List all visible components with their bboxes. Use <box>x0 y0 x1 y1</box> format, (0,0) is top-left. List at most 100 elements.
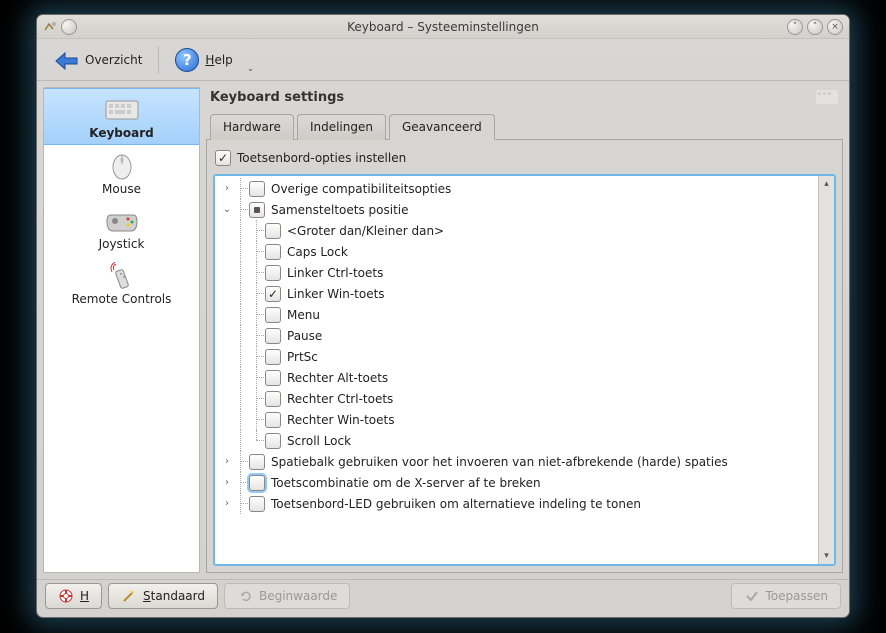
sidebar-item-label: Keyboard <box>89 126 154 140</box>
tabbar: Hardware Indelingen Geavanceerd <box>206 113 843 140</box>
settings-window: Keyboard – Systeeminstellingen ˅ ˄ × Ove… <box>36 14 850 618</box>
sidebar-item-label: Joystick <box>99 237 145 251</box>
tree-row-compose[interactable]: ⌄ Samensteltoets positie <box>215 199 818 220</box>
defaults-button[interactable]: Standaard <box>108 583 218 609</box>
tree-row-child[interactable]: Menu <box>215 304 818 325</box>
tree-label: PrtSc <box>287 350 318 364</box>
tab-layouts[interactable]: Indelingen <box>297 114 386 140</box>
tree-row-led[interactable]: › Toetsenbord-LED gebruiken om alternati… <box>215 493 818 514</box>
tree-label: Linker Win-toets <box>287 287 385 301</box>
sidebar-item-mouse[interactable]: Mouse <box>44 145 199 200</box>
lifebuoy-icon <box>58 588 74 604</box>
tree-checkbox[interactable] <box>265 412 281 428</box>
tree-checkbox[interactable] <box>265 307 281 323</box>
overview-button[interactable]: Overzicht <box>45 46 150 74</box>
tree-row-child[interactable]: Caps Lock <box>215 241 818 262</box>
tree-checkbox[interactable] <box>249 475 265 491</box>
help-icon: ? <box>175 48 199 72</box>
wand-icon <box>121 588 137 604</box>
joystick-icon <box>105 208 139 234</box>
back-arrow-icon <box>53 50 79 70</box>
tree-row-child[interactable]: Rechter Ctrl-toets <box>215 388 818 409</box>
tree-row-child[interactable]: Rechter Win-toets <box>215 409 818 430</box>
tree-label: Samensteltoets positie <box>271 203 409 217</box>
check-icon <box>744 588 760 604</box>
toolbar-dropdown-icon[interactable]: ⌄ <box>247 64 255 74</box>
apply-label: Toepassen <box>766 589 828 603</box>
tree-label: Pause <box>287 329 322 343</box>
tree-row-child[interactable]: Linker Ctrl-toets <box>215 262 818 283</box>
keyboard-icon <box>105 97 139 123</box>
sidebar-item-label: Remote Controls <box>72 292 172 306</box>
expander-icon[interactable]: › <box>221 183 233 194</box>
remote-icon <box>105 263 139 289</box>
minimize-button[interactable]: ˅ <box>787 19 803 35</box>
keyboard-mini-icon <box>815 89 839 105</box>
tab-panel-advanced: Toetsenbord-opties instellen › Overige c… <box>206 140 843 573</box>
tree-checkbox[interactable] <box>265 223 281 239</box>
help-label: Help <box>205 53 232 67</box>
tree-label: Rechter Win-toets <box>287 413 394 427</box>
maximize-button[interactable]: ˄ <box>807 19 823 35</box>
tree-checkbox[interactable] <box>249 202 265 218</box>
tree-checkbox[interactable] <box>265 391 281 407</box>
tree-body[interactable]: › Overige compatibiliteitsopties ⌄ Samen… <box>215 176 818 564</box>
tree-checkbox[interactable] <box>265 265 281 281</box>
footer: H Standaard Beginwaarde Toepassen <box>37 579 849 611</box>
window-title: Keyboard – Systeeminstellingen <box>37 20 849 34</box>
sticky-button[interactable] <box>61 19 77 35</box>
tree-row-compat[interactable]: › Overige compatibiliteitsopties <box>215 178 818 199</box>
close-button[interactable]: × <box>827 19 843 35</box>
tree-row-child[interactable]: Pause <box>215 325 818 346</box>
tab-advanced[interactable]: Geavanceerd <box>389 114 495 140</box>
configure-options-label: Toetsenbord-opties instellen <box>237 151 406 165</box>
tree-checkbox[interactable] <box>265 244 281 260</box>
tree-checkbox[interactable] <box>249 454 265 470</box>
tree-checkbox[interactable] <box>249 496 265 512</box>
tree-checkbox[interactable] <box>265 286 281 302</box>
tree-label: Caps Lock <box>287 245 348 259</box>
toolbar: Overzicht ? Help ⌄ <box>37 39 849 81</box>
app-menu-icon[interactable] <box>43 20 57 34</box>
tree-checkbox[interactable] <box>265 349 281 365</box>
sidebar-item-remote[interactable]: Remote Controls <box>44 255 199 310</box>
sidebar-item-label: Mouse <box>102 182 141 196</box>
overview-label: Overzicht <box>85 53 142 67</box>
scroll-up-icon[interactable]: ▴ <box>821 178 833 190</box>
sidebar-item-joystick[interactable]: Joystick <box>44 200 199 255</box>
defaults-label: Standaard <box>143 589 205 603</box>
tree-row-child[interactable]: <Groter dan/Kleiner dan> <box>215 220 818 241</box>
tree-checkbox[interactable] <box>265 433 281 449</box>
tree-checkbox[interactable] <box>265 328 281 344</box>
tree-label: Overige compatibiliteitsopties <box>271 182 451 196</box>
configure-options-checkbox[interactable] <box>215 150 231 166</box>
configure-options-row: Toetsenbord-opties instellen <box>213 146 836 174</box>
content-panel: Keyboard settings Hardware Indelingen Ge… <box>206 87 843 573</box>
tree-row-child[interactable]: PrtSc <box>215 346 818 367</box>
tree-row-child[interactable]: Rechter Alt-toets <box>215 367 818 388</box>
tree-label: Scroll Lock <box>287 434 351 448</box>
expander-icon[interactable]: › <box>221 456 233 467</box>
tree-checkbox[interactable] <box>249 181 265 197</box>
titlebar[interactable]: Keyboard – Systeeminstellingen ˅ ˄ × <box>37 15 849 39</box>
sidebar: Keyboard Mouse Joystick Remote Controls <box>43 87 200 573</box>
expander-icon[interactable]: › <box>221 498 233 509</box>
tree-label: Menu <box>287 308 320 322</box>
help-button[interactable]: ? Help <box>167 44 240 76</box>
tree-row-xserver[interactable]: › Toetscombinatie om de X-server af te b… <box>215 472 818 493</box>
undo-icon <box>237 588 253 604</box>
scroll-down-icon[interactable]: ▾ <box>821 550 833 562</box>
page-title: Keyboard settings <box>210 90 344 105</box>
sidebar-item-keyboard[interactable]: Keyboard <box>44 88 199 145</box>
tree-checkbox[interactable] <box>265 370 281 386</box>
tree-row-spacebar[interactable]: › Spatiebalk gebruiken voor het invoeren… <box>215 451 818 472</box>
options-tree: › Overige compatibiliteitsopties ⌄ Samen… <box>213 174 836 566</box>
tree-row-child[interactable]: Scroll Lock <box>215 430 818 451</box>
scrollbar[interactable]: ▴ ▾ <box>818 176 834 564</box>
mouse-icon <box>105 153 139 179</box>
expander-icon[interactable]: › <box>221 477 233 488</box>
expander-icon[interactable]: ⌄ <box>221 204 233 215</box>
help-button[interactable]: H <box>45 583 102 609</box>
tree-row-child[interactable]: Linker Win-toets <box>215 283 818 304</box>
tab-hardware[interactable]: Hardware <box>210 114 294 140</box>
